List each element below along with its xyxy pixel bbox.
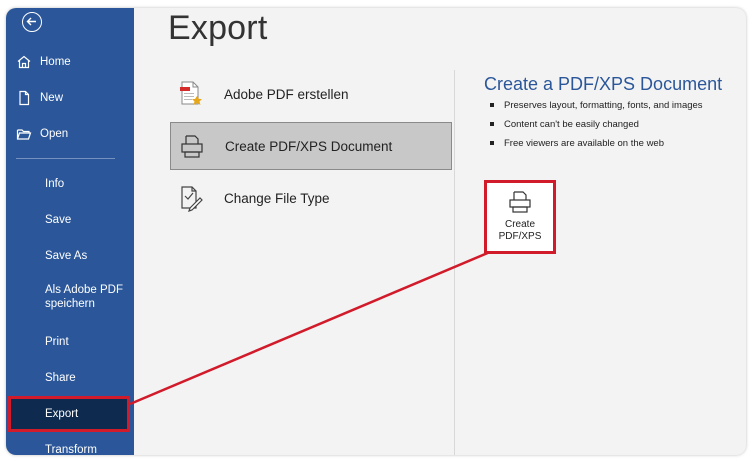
sidebar: Home New Open Info Save Save As Als Adob… xyxy=(6,8,134,455)
backstage-window: Home New Open Info Save Save As Als Adob… xyxy=(6,8,746,455)
list-item: Free viewers are available on the web xyxy=(490,138,703,157)
sidebar-item-label: Save xyxy=(45,214,72,226)
sidebar-item-info[interactable]: Info xyxy=(6,167,134,201)
sidebar-item-transform[interactable]: Transform xyxy=(6,433,134,455)
sidebar-item-label: Save As xyxy=(45,250,88,262)
new-document-icon xyxy=(19,90,30,106)
option-label: Adobe PDF erstellen xyxy=(224,86,349,102)
sidebar-item-share[interactable]: Share xyxy=(6,361,134,395)
sidebar-item-label: Export xyxy=(45,408,79,420)
list-item: Content can't be easily changed xyxy=(490,119,703,138)
adobe-pdf-icon xyxy=(178,80,204,108)
home-icon xyxy=(17,55,31,69)
panel-divider xyxy=(454,70,455,455)
sidebar-item-label: Open xyxy=(40,128,69,140)
sidebar-item-export[interactable]: Export xyxy=(8,396,130,432)
page-title: Export xyxy=(168,9,268,47)
option-label: Change File Type xyxy=(224,190,330,206)
open-folder-icon xyxy=(16,129,32,140)
back-button[interactable] xyxy=(22,12,42,32)
printer-icon xyxy=(509,191,531,213)
option-adobe-pdf-erstellen[interactable]: Adobe PDF erstellen xyxy=(170,70,452,118)
sidebar-item-open[interactable]: Open xyxy=(6,117,134,151)
sidebar-item-label: Share xyxy=(45,372,76,384)
sidebar-item-label: Print xyxy=(45,336,69,348)
sidebar-item-save[interactable]: Save xyxy=(6,203,134,237)
option-create-pdf-xps-document[interactable]: Create PDF/XPS Document xyxy=(170,122,452,170)
change-file-type-icon xyxy=(178,184,204,212)
pdf-xps-icon xyxy=(179,132,205,160)
sidebar-item-save-as[interactable]: Save As xyxy=(6,239,134,273)
sidebar-item-new[interactable]: New xyxy=(6,81,134,115)
sidebar-item-label: Info xyxy=(45,178,65,190)
sidebar-item-label: Home xyxy=(40,56,71,68)
sidebar-item-home[interactable]: Home xyxy=(6,45,134,79)
sidebar-item-label: Transform xyxy=(45,444,97,455)
sidebar-item-label: New xyxy=(40,92,64,104)
create-button-label: Create PDF/XPS xyxy=(498,219,542,242)
detail-title: Create a PDF/XPS Document xyxy=(484,74,723,94)
option-change-file-type[interactable]: Change File Type xyxy=(170,174,452,222)
create-pdf-xps-button[interactable]: Create PDF/XPS xyxy=(484,180,556,254)
feature-list: Preserves layout, formatting, fonts, and… xyxy=(490,100,703,157)
option-label: Create PDF/XPS Document xyxy=(225,138,393,154)
list-item: Preserves layout, formatting, fonts, and… xyxy=(490,100,703,119)
back-arrow-icon xyxy=(26,17,36,26)
sidebar-item-print[interactable]: Print xyxy=(6,325,134,359)
sidebar-divider xyxy=(16,158,115,159)
sidebar-item-save-as-adobe-pdf[interactable]: Als Adobe PDF speichern xyxy=(6,283,134,323)
sidebar-item-label: Als Adobe PDF speichern xyxy=(45,284,123,310)
